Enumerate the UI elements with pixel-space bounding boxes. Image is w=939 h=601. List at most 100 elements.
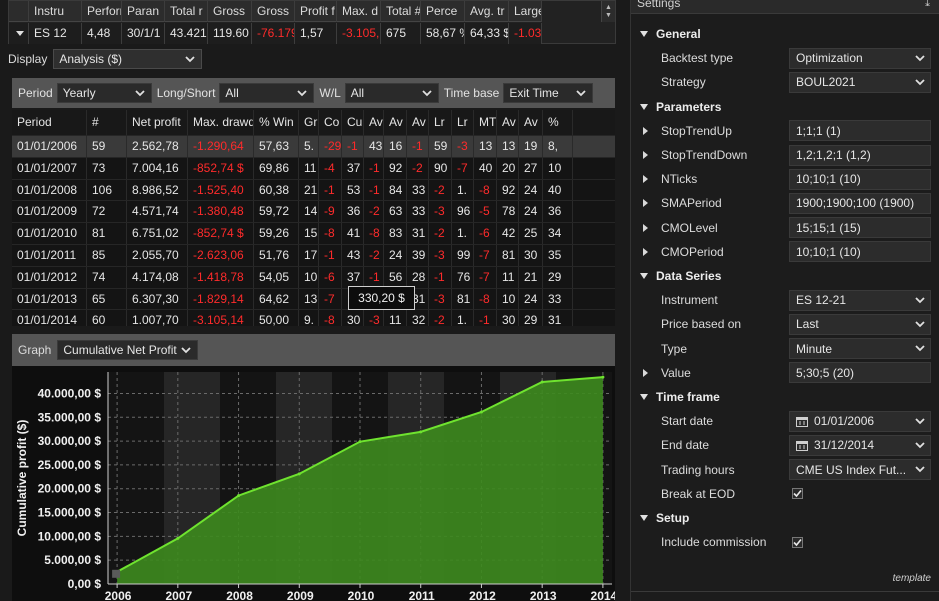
period-row[interactable]: 01/01/2014 60 1.007,70 -3.105,14 50,00 9. -8 30… xyxy=(12,310,615,326)
results-row[interactable]: ES 12 4,48 30/1/1 43.421 119.60 -76.179 1,57 -3… xyxy=(9,23,542,44)
collapse-caret-icon[interactable] xyxy=(639,102,649,112)
setting-value: CME US Index Fut... xyxy=(796,462,907,477)
period-column-header[interactable]: % Win xyxy=(254,110,299,135)
setting-input[interactable]: 5;30;5 (20) xyxy=(789,362,931,384)
period-column-header[interactable]: Gr xyxy=(299,110,319,135)
display-select[interactable]: Analysis ($) xyxy=(53,49,203,69)
section-time-frame[interactable]: Time frame xyxy=(631,385,939,409)
results-column-header[interactable]: Max. d xyxy=(337,1,381,22)
period-column-header[interactable]: MT xyxy=(474,110,497,135)
results-column-header[interactable]: Gross xyxy=(252,1,295,22)
setting-input[interactable]: 10;10;1 (10) xyxy=(789,168,931,190)
expand-caret-icon[interactable] xyxy=(641,368,649,378)
scroll-up-icon[interactable]: ▲ xyxy=(605,4,612,12)
expand-caret-icon[interactable] xyxy=(641,174,649,184)
period-column-header[interactable]: % xyxy=(543,110,573,135)
setting-input[interactable]: 1900;1900;100 (1900) xyxy=(789,192,931,214)
results-column-header[interactable]: Performance xyxy=(82,1,122,22)
section-setup[interactable]: Setup xyxy=(631,506,939,530)
setting-value: 01/01/2006 xyxy=(814,414,875,429)
period-column-header[interactable]: Av xyxy=(364,110,384,135)
period-column-header[interactable]: Lr xyxy=(452,110,474,135)
collapse-caret-icon[interactable] xyxy=(639,29,649,39)
collapse-caret-icon[interactable] xyxy=(639,513,649,523)
period-column-header[interactable]: Av xyxy=(384,110,407,135)
period-column-header[interactable]: Av xyxy=(519,110,543,135)
period-column-header[interactable]: Net profit xyxy=(127,110,188,135)
chevron-down-icon xyxy=(183,52,197,66)
period-column-header[interactable]: # xyxy=(87,110,127,135)
wl-select[interactable]: All xyxy=(344,83,439,103)
setting-input[interactable]: 1;1;1 (1) xyxy=(789,120,931,142)
graph-type-select[interactable]: Cumulative Net Profit xyxy=(57,340,199,360)
results-column-header[interactable]: Paran xyxy=(122,1,165,22)
period-row[interactable]: 01/01/2013 65 6.307,30 -1.829,14 64,62 13 -7 31… xyxy=(12,288,615,311)
period-row[interactable]: 01/01/2011 85 2.055,70 -2.623,06 51,76 17 -1 43… xyxy=(12,244,615,267)
period-cell: 01/01/2012 xyxy=(12,266,87,288)
setting-select[interactable]: ES 12-21 xyxy=(789,289,931,311)
section-parameters[interactable]: Parameters xyxy=(631,95,939,119)
collapse-caret-icon[interactable] xyxy=(639,271,649,281)
scroll-down-icon[interactable]: ▼ xyxy=(605,12,612,20)
setting-select[interactable]: Optimization xyxy=(789,47,931,69)
period-cell: 10 xyxy=(543,157,573,179)
period-column-header[interactable]: Cu xyxy=(342,110,364,135)
results-column-header[interactable]: Instru xyxy=(29,1,82,22)
period-row[interactable]: 01/01/2008 106 8.986,52 -1.525,40 60,38 21 -1 5… xyxy=(12,179,615,202)
results-column-header[interactable]: Perce xyxy=(421,1,465,22)
results-column-header[interactable]: Large xyxy=(509,1,542,22)
date-picker[interactable]: 31/12/2014 xyxy=(789,434,931,456)
results-column-header[interactable]: Profit f xyxy=(295,1,337,22)
period-column-header[interactable]: Av xyxy=(407,110,429,135)
period-cell: 33 xyxy=(407,179,429,201)
date-picker[interactable]: 01/01/2006 xyxy=(789,410,931,432)
period-row[interactable]: 01/01/2009 72 4.571,74 -1.380,48 59,72 14 -9 36… xyxy=(12,201,615,224)
expand-caret-icon[interactable] xyxy=(641,247,649,257)
period-cell: 5. xyxy=(299,136,319,157)
period-cell: 30 xyxy=(519,244,543,266)
results-column-header[interactable]: Gross xyxy=(208,1,252,22)
setting-select[interactable]: Minute xyxy=(789,338,931,360)
longshort-select[interactable]: All xyxy=(219,83,315,103)
setting-input[interactable]: 1,2;1,2;1 (1,2) xyxy=(789,144,931,166)
section-general[interactable]: General xyxy=(631,22,939,46)
setting-select[interactable]: Last xyxy=(789,313,931,335)
expand-caret-icon[interactable] xyxy=(641,198,649,208)
y-axis-label: Cumulative profit ($) xyxy=(15,420,29,537)
results-column-header[interactable]: Total r xyxy=(165,1,208,22)
period-cell: 10 xyxy=(299,266,319,288)
setting-input[interactable]: 10;10;1 (10) xyxy=(789,241,931,263)
period-column-header[interactable]: Lr xyxy=(429,110,452,135)
setting-checkbox[interactable] xyxy=(792,488,803,500)
collapse-caret-icon[interactable] xyxy=(639,392,649,402)
results-column-header[interactable]: Avg. tr xyxy=(465,1,509,22)
expand-caret-icon[interactable] xyxy=(641,126,649,136)
period-row[interactable]: 01/01/2007 73 7.004,16 -852,74 $69,86 11 -4 37… xyxy=(12,157,615,180)
setting-input[interactable]: 15;15;1 (15) xyxy=(789,217,931,239)
results-scrollbar[interactable]: ▲ ▼ xyxy=(601,1,615,22)
pin-icon[interactable]: ⤓ xyxy=(925,0,930,10)
period-row[interactable]: 01/01/2012 74 4.174,08 -1.418,78 54,05 10 -6 37… xyxy=(12,266,615,289)
setting-select[interactable]: CME US Index Fut... xyxy=(789,459,931,481)
period-cell: -1.525,40 xyxy=(188,179,254,201)
period-column-header[interactable]: Co xyxy=(319,110,342,135)
template-link[interactable]: template xyxy=(893,573,931,584)
period-column-header[interactable]: Period xyxy=(12,110,87,135)
period-column-header[interactable]: Av xyxy=(497,110,519,135)
results-cell: 43.421 xyxy=(165,23,208,44)
setting-select[interactable]: BOUL2021 xyxy=(789,71,931,93)
timebase-select[interactable]: Exit Time xyxy=(503,83,594,103)
period-select[interactable]: Yearly xyxy=(56,83,152,103)
expand-caret-icon[interactable] xyxy=(641,150,649,160)
setting-label: Break at EOD xyxy=(661,486,736,501)
results-column-header[interactable]: Total # xyxy=(381,1,421,22)
expand-row-icon[interactable] xyxy=(9,23,29,44)
period-row[interactable]: 01/01/2006 59 2.562,78 -1.290,64 57,63 5. -29-… xyxy=(12,136,615,158)
expand-caret-icon[interactable] xyxy=(641,223,649,233)
period-column-header[interactable]: Max. drawd xyxy=(188,110,254,135)
period-cell: 92 xyxy=(384,157,407,179)
period-row[interactable]: 01/01/2010 81 6.751,02 -852,74 $59,26 15 -8 41… xyxy=(12,223,615,245)
section-data-series[interactable]: Data Series xyxy=(631,264,939,288)
setting-checkbox[interactable] xyxy=(792,536,803,548)
chevron-down-icon xyxy=(574,86,588,100)
